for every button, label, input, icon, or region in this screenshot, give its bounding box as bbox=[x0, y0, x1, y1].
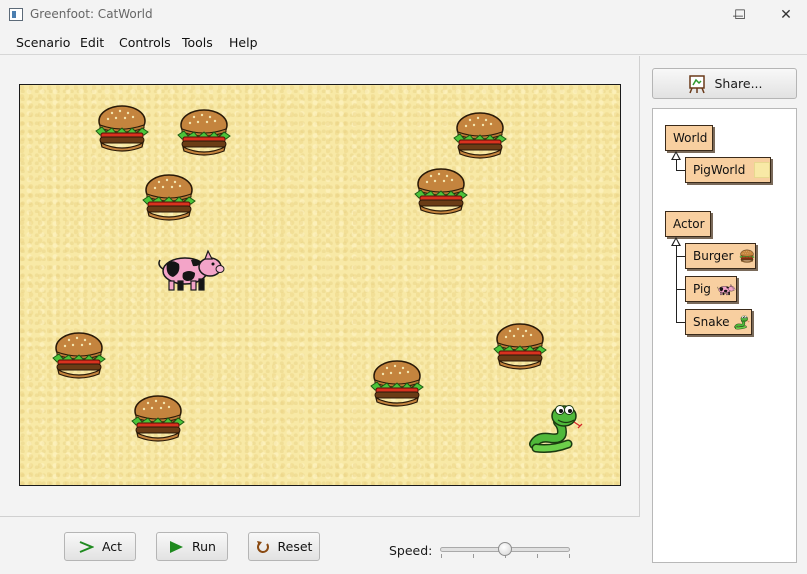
speed-slider-thumb[interactable] bbox=[498, 542, 512, 556]
menu-controls[interactable]: Controls bbox=[119, 35, 171, 50]
share-button[interactable]: Share... bbox=[652, 68, 797, 99]
act-button[interactable]: Act bbox=[64, 532, 136, 561]
share-label: Share... bbox=[714, 76, 763, 91]
pigworld-thumbnail-icon bbox=[754, 162, 770, 178]
menu-bar: Scenario Edit Controls Tools Help bbox=[0, 30, 807, 55]
burger-actor[interactable] bbox=[176, 107, 232, 157]
slider-tick bbox=[569, 554, 570, 558]
menu-tools[interactable]: Tools bbox=[182, 35, 213, 50]
class-world[interactable]: World bbox=[665, 125, 713, 151]
tree-line bbox=[676, 246, 677, 323]
class-pig[interactable]: Pig bbox=[685, 276, 737, 302]
class-pigworld-label: PigWorld bbox=[693, 163, 746, 177]
maximize-icon: ☐ bbox=[734, 7, 746, 23]
class-pig-label: Pig bbox=[693, 282, 711, 296]
run-icon bbox=[170, 540, 184, 553]
pig-icon bbox=[716, 283, 736, 296]
menu-scenario[interactable]: Scenario bbox=[16, 35, 70, 50]
menu-edit[interactable]: Edit bbox=[80, 35, 104, 50]
tree-line bbox=[676, 170, 685, 171]
act-label: Act bbox=[101, 539, 123, 554]
burger-actor[interactable] bbox=[141, 172, 197, 222]
greenfoot-window: Greenfoot: CatWorld — ☐ ✕ Scenario Edit … bbox=[0, 0, 807, 574]
maximize-button[interactable]: ☐ bbox=[717, 0, 763, 30]
close-button[interactable]: ✕ bbox=[763, 0, 807, 30]
burger-actor[interactable] bbox=[492, 321, 548, 371]
run-label: Run bbox=[192, 539, 216, 554]
minimize-button-area bbox=[670, 0, 716, 30]
burger-actor[interactable] bbox=[51, 330, 107, 380]
burger-actor[interactable] bbox=[452, 110, 508, 160]
class-burger-label: Burger bbox=[693, 249, 734, 263]
close-icon: ✕ bbox=[780, 7, 792, 23]
class-actor-label: Actor bbox=[673, 217, 705, 231]
world-canvas[interactable] bbox=[19, 84, 621, 486]
slider-tick bbox=[537, 554, 538, 558]
pig-actor[interactable] bbox=[153, 247, 227, 293]
snake-actor[interactable] bbox=[528, 400, 584, 454]
inheritance-arrow bbox=[671, 237, 681, 246]
inheritance-arrow bbox=[671, 151, 681, 160]
tree-line bbox=[676, 289, 685, 290]
class-burger[interactable]: Burger bbox=[685, 243, 756, 269]
burger-actor[interactable] bbox=[369, 358, 425, 408]
tree-line bbox=[676, 322, 685, 323]
class-snake[interactable]: Snake bbox=[685, 309, 752, 335]
burger-icon bbox=[739, 249, 755, 263]
window-title: Greenfoot: CatWorld bbox=[30, 7, 153, 21]
reset-button[interactable]: Reset bbox=[248, 532, 320, 561]
class-pigworld[interactable]: PigWorld bbox=[685, 157, 771, 183]
menu-help[interactable]: Help bbox=[229, 35, 258, 50]
burger-actor[interactable] bbox=[413, 166, 469, 216]
class-actor[interactable]: Actor bbox=[665, 211, 711, 237]
class-snake-label: Snake bbox=[693, 315, 730, 329]
run-button[interactable]: Run bbox=[156, 532, 228, 561]
slider-tick bbox=[473, 554, 474, 558]
burger-actor[interactable] bbox=[130, 393, 186, 443]
tree-line bbox=[676, 256, 685, 257]
act-icon bbox=[79, 540, 94, 553]
slider-tick bbox=[441, 554, 442, 558]
share-easel-icon bbox=[688, 74, 705, 93]
snake-icon bbox=[734, 314, 750, 330]
greenfoot-app-icon bbox=[9, 8, 23, 21]
burger-actor[interactable] bbox=[94, 103, 150, 153]
reset-label: Reset bbox=[277, 539, 313, 554]
class-world-label: World bbox=[673, 131, 708, 145]
speed-label: Speed: bbox=[389, 543, 433, 558]
reset-icon bbox=[256, 540, 269, 553]
